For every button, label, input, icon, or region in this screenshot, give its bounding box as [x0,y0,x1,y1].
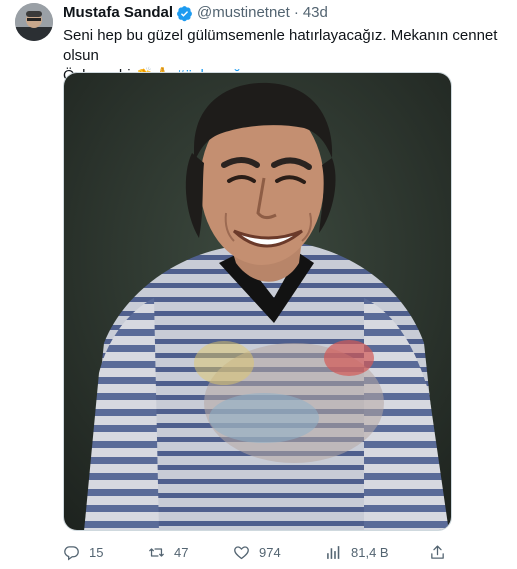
retweet-count: 47 [174,544,189,560]
like-button[interactable]: 974 [233,541,281,563]
verified-badge-icon [177,5,192,21]
retweet-button[interactable]: 47 [148,541,188,563]
photo-smiling-man [64,73,451,530]
like-count: 974 [259,544,281,560]
handle[interactable]: @mustinetnet [197,4,290,22]
views-chart-icon [327,545,340,559]
views-count: 81,4 B [351,544,389,560]
reply-count: 15 [89,544,104,560]
views-button[interactable]: 81,4 B [325,541,389,563]
avatar-image [15,3,53,41]
avatar[interactable] [15,3,53,41]
timestamp[interactable]: 43d [303,4,328,22]
reply-icon [64,545,79,560]
retweet-icon [149,547,164,557]
reply-button[interactable]: 15 [63,541,103,563]
heart-icon [234,545,249,559]
tweet-header: Mustafa Sandal @mustinetnet · 43d [63,4,328,22]
tweet-text-line1: Seni hep bu güzel gülümsemenle hatırlaya… [63,27,498,64]
tweet-photo[interactable] [63,72,452,531]
tweet: Mustafa Sandal @mustinetnet · 43d Seni h… [0,0,517,569]
share-button[interactable] [429,541,446,563]
separator-dot: · [293,4,299,21]
display-name[interactable]: Mustafa Sandal [63,4,173,22]
share-icon [431,544,444,559]
tweet-actions: 15 47 974 81,4 B [63,541,453,563]
